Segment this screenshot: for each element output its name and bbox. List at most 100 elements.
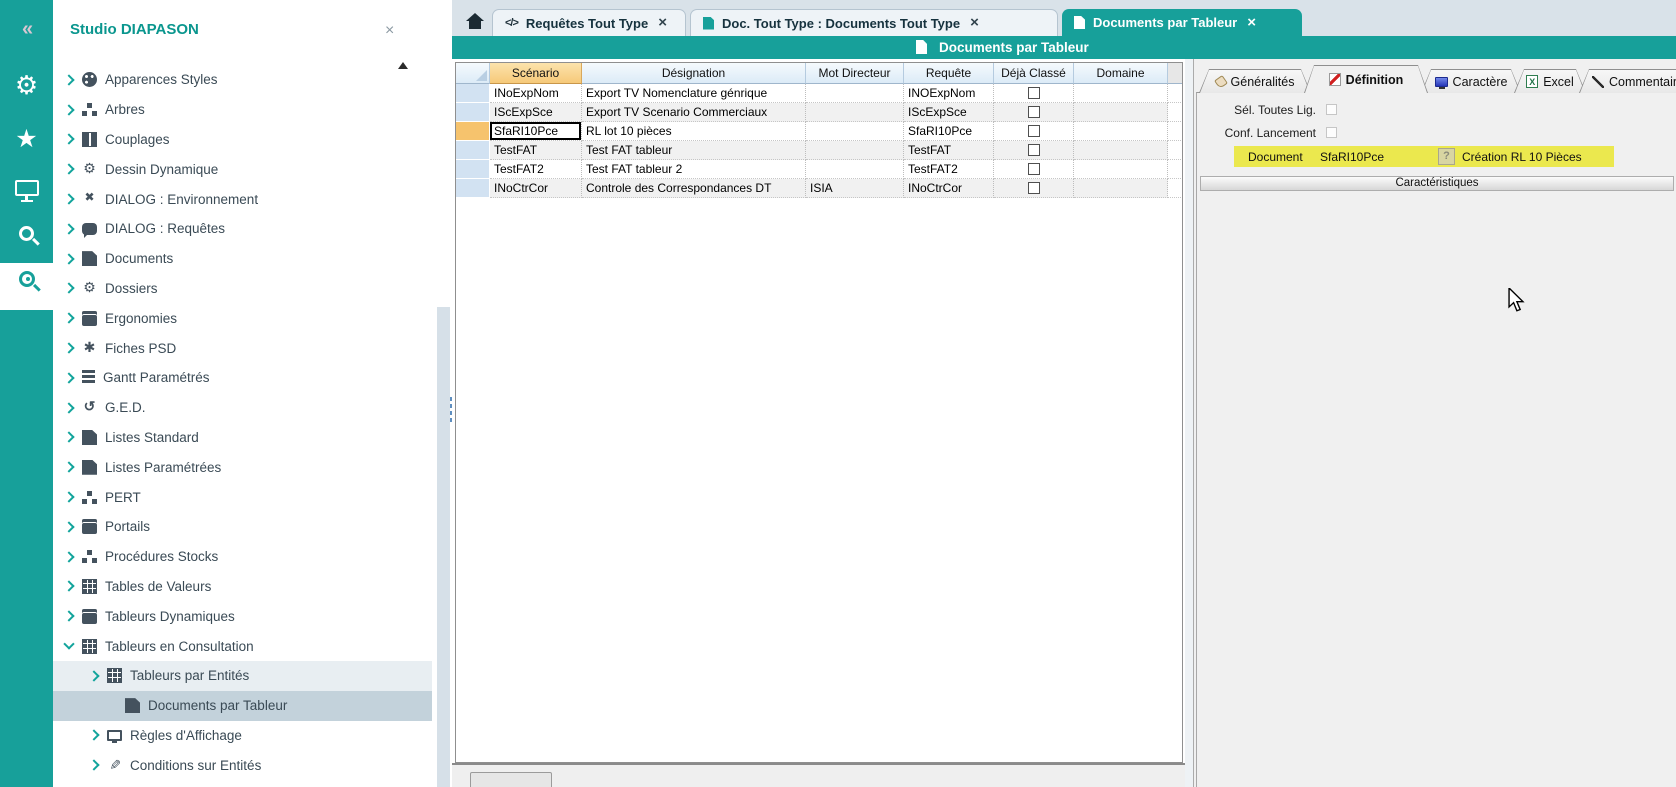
- conf-lancement-checkbox[interactable]: [1326, 127, 1337, 138]
- cell-deja-classe[interactable]: [994, 141, 1074, 160]
- row-selector[interactable]: [456, 141, 490, 160]
- cell-mot-directeur[interactable]: [806, 84, 904, 103]
- tree-item-listes-parametrees[interactable]: Listes Paramétrées: [53, 452, 432, 482]
- tab-commentaire[interactable]: Commentaire: [1579, 69, 1676, 93]
- chevron-right-icon[interactable]: [63, 134, 74, 145]
- cell-designation[interactable]: Test FAT tableur 2: [582, 160, 806, 179]
- cell-domaine[interactable]: [1074, 103, 1168, 122]
- chevron-right-icon[interactable]: [63, 432, 74, 443]
- collapse-sidebar-icon[interactable]: «: [0, 18, 53, 41]
- cell-deja-classe[interactable]: [994, 122, 1074, 141]
- cell-mot-directeur[interactable]: [806, 103, 904, 122]
- tree-scrollbar-thumb[interactable]: [437, 307, 450, 787]
- table-row[interactable]: INoCtrCor Controle des Correspondances D…: [456, 179, 1182, 198]
- cell-scenario[interactable]: TestFAT2: [490, 160, 582, 179]
- tree-item-ergonomies[interactable]: Ergonomies: [53, 303, 432, 333]
- tree-item-gantt-parametres[interactable]: Gantt Paramétrés: [53, 363, 432, 393]
- row-selector-active[interactable]: [456, 122, 490, 141]
- cell-domaine[interactable]: [1074, 179, 1168, 198]
- table-row[interactable]: TestFAT Test FAT tableur TestFAT: [456, 141, 1182, 160]
- tab-excel[interactable]: Excel: [1514, 69, 1586, 93]
- tab-caractere[interactable]: Caractère: [1421, 69, 1521, 93]
- tab-generalites[interactable]: Généralités: [1199, 69, 1311, 93]
- tab-doc-tout-type[interactable]: Doc. Tout Type : Documents Tout Type ×: [690, 9, 1058, 36]
- tab-definition[interactable]: Définition: [1304, 65, 1428, 93]
- tree-item-tables-de-valeurs[interactable]: Tables de Valeurs: [53, 572, 432, 602]
- chevron-right-icon[interactable]: [63, 223, 74, 234]
- chevron-right-icon[interactable]: [63, 342, 74, 353]
- cell-deja-classe[interactable]: [994, 179, 1074, 198]
- column-header-deja-classe[interactable]: Déjà Classé: [994, 63, 1074, 84]
- chevron-right-icon[interactable]: [63, 611, 74, 622]
- tree-item-documents-par-tableur[interactable]: Documents par Tableur: [53, 691, 432, 721]
- help-button[interactable]: ?: [1438, 148, 1455, 165]
- tree-scroll-up-icon[interactable]: [398, 62, 408, 69]
- chevron-right-icon[interactable]: [63, 581, 74, 592]
- cell-mot-directeur[interactable]: ISIA: [806, 179, 904, 198]
- chevron-right-icon[interactable]: [88, 670, 99, 681]
- cell-scenario[interactable]: TestFAT: [490, 141, 582, 160]
- bottom-button[interactable]: [470, 772, 552, 787]
- cell-domaine[interactable]: [1074, 122, 1168, 141]
- cell-deja-classe[interactable]: [994, 103, 1074, 122]
- chevron-right-icon[interactable]: [63, 462, 74, 473]
- checkbox-icon[interactable]: [1028, 144, 1040, 156]
- screens-monitor-icon[interactable]: [0, 180, 53, 202]
- chevron-right-icon[interactable]: [63, 253, 74, 264]
- cell-scenario[interactable]: INoExpNom: [490, 84, 582, 103]
- settings-wheel-icon[interactable]: ⚙: [0, 70, 53, 101]
- tree-item-dialog-requetes[interactable]: DIALOG : Requêtes: [53, 214, 432, 244]
- rail-active-item[interactable]: [0, 263, 53, 310]
- table-row[interactable]: INoExpNom Export TV Nomenclature génriqu…: [456, 84, 1182, 103]
- tree-item-procedures-stocks[interactable]: Procédures Stocks: [53, 542, 432, 572]
- chevron-right-icon[interactable]: [63, 402, 74, 413]
- chevron-right-icon[interactable]: [88, 760, 99, 771]
- favorites-star-icon[interactable]: ★: [0, 124, 53, 154]
- chevron-right-icon[interactable]: [63, 164, 74, 175]
- tree-item-dessin-dynamique[interactable]: Dessin Dynamique: [53, 154, 432, 184]
- pane-splitter[interactable]: [1185, 59, 1193, 787]
- table-row[interactable]: TestFAT2 Test FAT tableur 2 TestFAT2: [456, 160, 1182, 179]
- tree-item-arbres[interactable]: Arbres: [53, 95, 432, 125]
- tree-item-tableurs-dynamiques[interactable]: Tableurs Dynamiques: [53, 601, 432, 631]
- chevron-right-icon[interactable]: [63, 521, 74, 532]
- table-row-selected[interactable]: SfaRI10Pce RL lot 10 pièces SfaRI10Pce: [456, 122, 1182, 141]
- chevron-right-icon[interactable]: [63, 551, 74, 562]
- tree-item-couplages[interactable]: Couplages: [53, 125, 432, 155]
- tree-item-dossiers[interactable]: Dossiers: [53, 274, 432, 304]
- tab-close-icon[interactable]: ×: [970, 17, 979, 29]
- cell-requete[interactable]: TestFAT2: [904, 160, 994, 179]
- tree-item-conditions-sur-entites[interactable]: Conditions sur Entités: [53, 750, 432, 780]
- cell-designation[interactable]: Test FAT tableur: [582, 141, 806, 160]
- tree-item-regles-affichage[interactable]: Règles d'Affichage: [53, 721, 432, 751]
- cell-designation[interactable]: Controle des Correspondances DT: [582, 179, 806, 198]
- chevron-right-icon[interactable]: [63, 283, 74, 294]
- cell-requete[interactable]: INOExpNom: [904, 84, 994, 103]
- cell-mot-directeur[interactable]: [806, 160, 904, 179]
- cell-domaine[interactable]: [1074, 160, 1168, 179]
- chevron-right-icon[interactable]: [63, 193, 74, 204]
- cell-designation[interactable]: RL lot 10 pièces: [582, 122, 806, 141]
- tree-item-ged[interactable]: G.E.D.: [53, 393, 432, 423]
- chevron-right-icon[interactable]: [63, 74, 74, 85]
- row-selector[interactable]: [456, 84, 490, 103]
- tree-item-fiches-psd[interactable]: Fiches PSD: [53, 333, 432, 363]
- column-header-mot-directeur[interactable]: Mot Directeur: [806, 63, 904, 84]
- column-header-domaine[interactable]: Domaine: [1074, 63, 1168, 84]
- checkbox-icon[interactable]: [1028, 106, 1040, 118]
- tree-item-pert[interactable]: PERT: [53, 482, 432, 512]
- tab-close-icon[interactable]: ×: [658, 17, 667, 29]
- row-selector[interactable]: [456, 179, 490, 198]
- sel-toutes-lig-checkbox[interactable]: [1326, 104, 1337, 115]
- tab-close-icon[interactable]: ×: [1247, 17, 1256, 29]
- cell-domaine[interactable]: [1074, 84, 1168, 103]
- checkbox-icon[interactable]: [1028, 87, 1040, 99]
- search-icon[interactable]: [0, 226, 53, 241]
- tree-item-dialog-environnement[interactable]: DIALOG : Environnement: [53, 184, 432, 214]
- cell-domaine[interactable]: [1074, 141, 1168, 160]
- chevron-right-icon[interactable]: [63, 491, 74, 502]
- chevron-right-icon[interactable]: [63, 104, 74, 115]
- row-selector[interactable]: [456, 103, 490, 122]
- cell-scenario-current[interactable]: SfaRI10Pce: [490, 122, 582, 141]
- checkbox-icon[interactable]: [1028, 163, 1040, 175]
